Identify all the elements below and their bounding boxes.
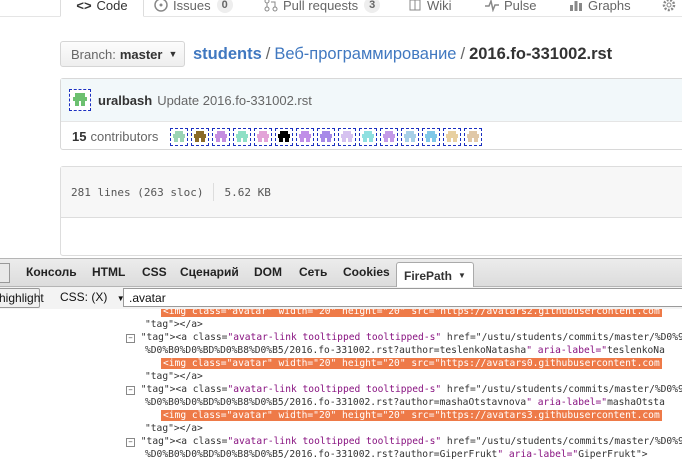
firebug-tab-dom[interactable]: DOM (254, 265, 282, 279)
contributor-avatar[interactable] (317, 127, 336, 146)
breadcrumb: students / Веб-программирование / 2016.f… (193, 45, 612, 64)
contributor-avatar[interactable] (359, 127, 378, 146)
firebug-toolbar: Консоль HTML CSS Сценарий DOM Сеть Cooki… (0, 258, 682, 288)
contributor-avatar[interactable] (380, 127, 399, 146)
firebug-tab-css[interactable]: CSS (142, 265, 167, 279)
contributors-count: 15 (72, 129, 87, 144)
latest-commit: uralbash Update 2016.fo-331002.rst (61, 79, 682, 122)
graph-icon (569, 0, 583, 12)
avatar[interactable] (69, 89, 91, 111)
contributor-avatar[interactable] (422, 127, 441, 146)
pulse-icon (485, 0, 499, 13)
tab-issues-label: Issues (173, 0, 211, 13)
contributor-avatar[interactable] (275, 127, 294, 146)
repo-nav: <> Code Issues 0 Pull requests 3 Wiki Pu… (0, 0, 682, 17)
code-line[interactable]: %D0%B0%D0%BD%D0%B8%D0%B5/2016.fo-331002.… (145, 345, 665, 357)
tab-graphs-label: Graphs (588, 0, 631, 13)
contributor-avatar[interactable] (254, 127, 273, 146)
tab-code[interactable]: <> Code (60, 0, 144, 17)
contributors-label: contributors (90, 129, 159, 144)
code-line[interactable]: − "tag"><a class="avatar-link tooltipped… (126, 436, 682, 448)
code-line[interactable]: <img class="avatar" width="20" height="2… (161, 358, 662, 370)
caret-down-icon: ▼ (168, 49, 178, 59)
tab-pull-requests-label: Pull requests (283, 0, 359, 13)
file-size: 5.62 KB (224, 185, 271, 199)
contributor-avatar[interactable] (338, 127, 357, 146)
selector-input[interactable] (123, 288, 682, 307)
code-icon: <> (76, 0, 92, 13)
book-icon (408, 0, 422, 12)
branch-select-button[interactable]: Branch: master ▼ (60, 41, 185, 67)
breadcrumb-folder-link[interactable]: Веб-программирование (274, 45, 456, 64)
breadcrumb-separator: / (460, 45, 466, 63)
pull-request-icon (264, 0, 278, 12)
dropdown-arrow-icon: ▼ (458, 271, 466, 280)
file-line-count: 281 lines (263 sloc) (71, 185, 204, 199)
file-viewer: 281 lines (263 sloc) 5.62 KB (60, 166, 682, 256)
tab-pulse-label: Pulse (504, 0, 537, 13)
contributor-avatar[interactable] (464, 127, 483, 146)
firebug-tab-console[interactable]: Консоль (26, 265, 77, 279)
code-line[interactable]: %D0%B0%D0%BD%D0%B8%D0%B5/2016.fo-331002.… (145, 449, 648, 461)
tab-code-label: Code (96, 0, 128, 13)
tab-wiki-label: Wiki (427, 0, 452, 13)
code-line[interactable]: %D0%B0%D0%BD%D0%B8%D0%B5/2016.fo-331002.… (145, 397, 665, 409)
firebug-tab-cookies[interactable]: Cookies (343, 265, 390, 279)
contributor-avatar[interactable] (191, 127, 210, 146)
firebug-menu-icon[interactable] (0, 263, 10, 283)
contributor-avatar[interactable] (233, 127, 252, 146)
commit-tease: uralbash Update 2016.fo-331002.rst 15 co… (60, 78, 682, 150)
collapse-toggle-icon[interactable]: − (126, 386, 135, 395)
html-tree: <img class="avatar" width="20" height="2… (0, 309, 682, 469)
contributor-avatar[interactable] (401, 127, 420, 146)
tab-pulse[interactable]: Pulse (485, 0, 537, 16)
tab-pull-requests[interactable]: Pull requests 3 (264, 0, 381, 16)
file-header: 281 lines (263 sloc) 5.62 KB (61, 167, 682, 218)
collapse-toggle-icon[interactable]: − (126, 334, 135, 343)
issues-count: 0 (216, 0, 233, 13)
pull-requests-count: 3 (364, 0, 381, 13)
divider (213, 183, 215, 201)
breadcrumb-file: 2016.fo-331002.rst (469, 45, 613, 63)
tab-graphs[interactable]: Graphs (569, 0, 631, 16)
commit-author-link[interactable]: uralbash (98, 93, 152, 108)
code-line[interactable]: "tag"></a> (145, 319, 203, 331)
tab-issues[interactable]: Issues 0 (154, 0, 233, 16)
selector-type-label: CSS: (X) (60, 290, 108, 304)
firepath-tab-label: FirePath (404, 268, 453, 283)
collapse-toggle-icon[interactable]: − (126, 438, 135, 447)
contributor-avatar[interactable] (212, 127, 231, 146)
firebug-tab-firepath[interactable]: FirePath ▼ (396, 262, 474, 288)
branch-prefix: Branch: (71, 46, 116, 62)
firebug-tab-net[interactable]: Сеть (299, 265, 327, 279)
contributor-avatar[interactable] (443, 127, 462, 146)
code-line[interactable]: <img class="avatar" width="20" height="2… (161, 410, 662, 422)
code-line[interactable]: − "tag"><a class="avatar-link tooltipped… (126, 332, 682, 344)
contributor-avatars (170, 127, 485, 146)
code-line[interactable]: − "tag"><a class="avatar-link tooltipped… (126, 384, 682, 396)
commit-message-link[interactable]: Update 2016.fo-331002.rst (157, 93, 312, 108)
highlight-button[interactable]: highlight (0, 288, 44, 308)
code-line[interactable]: "tag"></a> (145, 371, 203, 383)
code-line[interactable]: "tag"></a> (145, 423, 203, 435)
firebug-tab-html[interactable]: HTML (92, 265, 125, 279)
breadcrumb-separator: / (265, 45, 271, 63)
contributor-avatar[interactable] (170, 127, 189, 146)
issue-icon (154, 0, 168, 12)
breadcrumb-repo-link[interactable]: students (193, 45, 262, 64)
branch-name: master (119, 46, 163, 62)
firebug-tab-script[interactable]: Сценарий (180, 265, 239, 279)
contributor-avatar[interactable] (296, 127, 315, 146)
gear-icon (662, 0, 676, 12)
tab-settings[interactable] (662, 0, 681, 16)
selector-type-dropdown[interactable]: CSS: (X) ▼ (60, 290, 125, 304)
contributors-row: 15 contributors (61, 122, 682, 151)
tab-wiki[interactable]: Wiki (408, 0, 452, 16)
firepath-bar: highlight CSS: (X) ▼ (0, 287, 682, 310)
code-line[interactable]: <img class="avatar" width="20" height="2… (161, 309, 662, 318)
